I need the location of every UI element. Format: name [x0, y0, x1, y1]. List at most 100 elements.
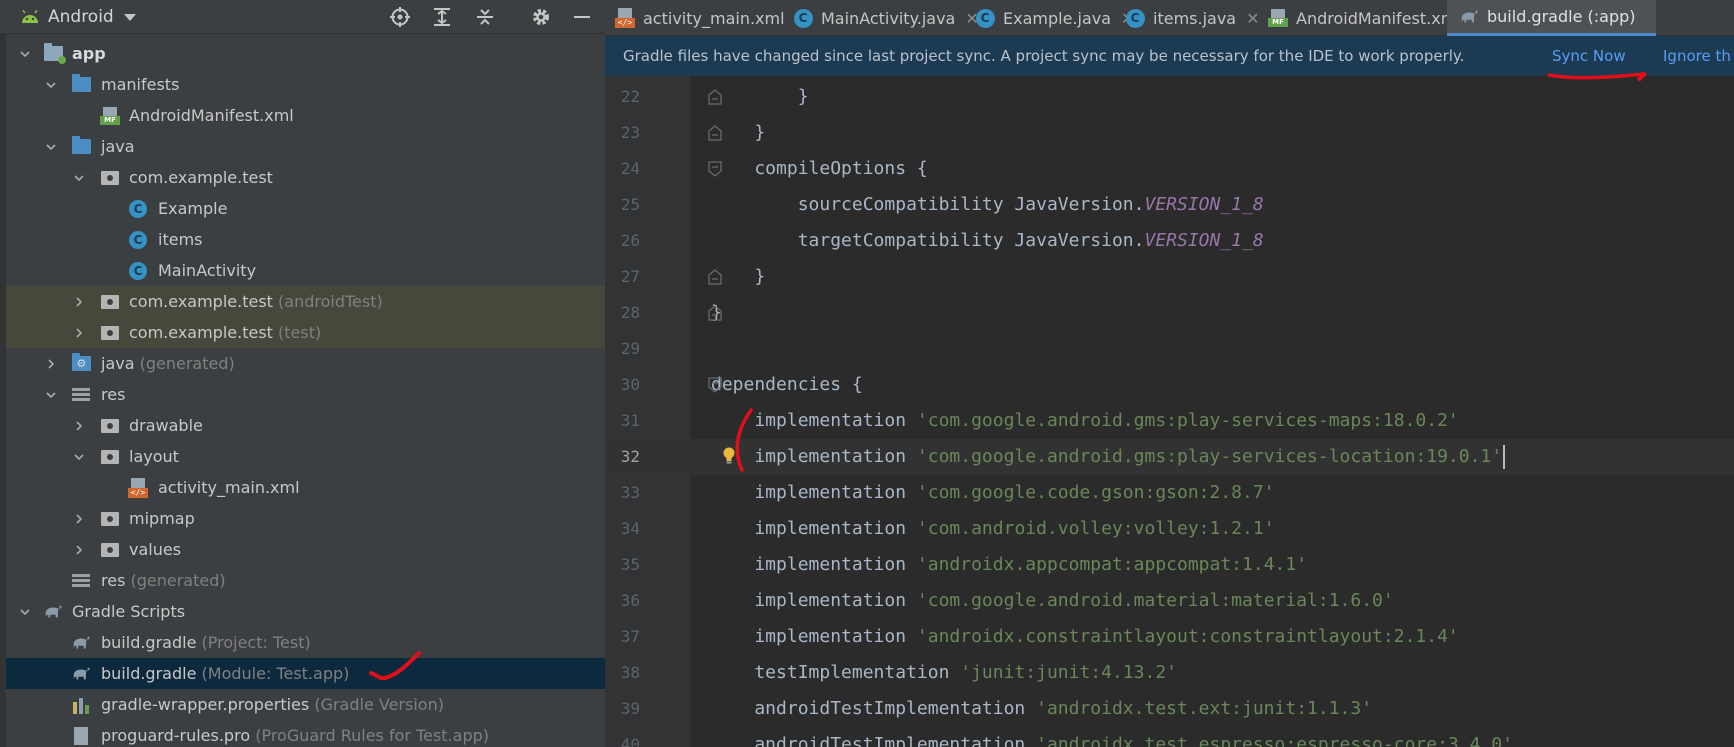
lightbulb-icon[interactable] — [722, 447, 736, 465]
tree-item[interactable]: build.gradle (Module: Test.app) — [6, 658, 605, 689]
resource-folder-icon — [71, 571, 91, 591]
tree-item[interactable]: Gradle Scripts — [6, 596, 605, 627]
line-number: 30 — [620, 375, 640, 394]
code-token: implementation — [711, 410, 917, 431]
line-number: 29 — [620, 339, 640, 358]
editor-tab[interactable]: </>activity_main.xml✕ — [615, 0, 808, 36]
code-token: 'androidx.appcompat:appcompat:1.4.1' — [916, 554, 1308, 575]
chevron-right-icon[interactable] — [74, 544, 84, 555]
collapse-all-icon[interactable] — [473, 6, 497, 28]
tree-item[interactable]: ⚙ java (generated) — [6, 348, 605, 379]
tree-item-label: com.example.test — [129, 292, 273, 311]
tree-item[interactable]: manifests — [6, 69, 605, 100]
gear-icon[interactable] — [529, 6, 553, 28]
sync-now-link[interactable]: Sync Now — [1552, 47, 1626, 65]
tree-item[interactable]: proguard-rules.pro (ProGuard Rules for T… — [6, 720, 605, 747]
tree-item[interactable]: C Example — [6, 193, 605, 224]
tree-item[interactable]: java — [6, 131, 605, 162]
gradle-icon — [71, 633, 91, 653]
tree-item[interactable]: layout — [6, 441, 605, 472]
fold-marker-icon[interactable] — [708, 305, 722, 321]
line-number: 36 — [620, 591, 640, 610]
close-icon[interactable]: ✕ — [1246, 9, 1259, 28]
editor-tab[interactable]: build.gradle (:app) — [1447, 0, 1656, 36]
editor-tab[interactable]: Citems.java ✕ — [1125, 0, 1260, 36]
code-token: androidTestImplementation — [711, 698, 1037, 719]
project-view-selector[interactable]: Android — [20, 6, 136, 28]
tree-item[interactable]: com.example.test (test) — [6, 317, 605, 348]
tree-item-sublabel: (test) — [278, 323, 322, 342]
code-line: 22 } — [605, 79, 1734, 115]
tree-item[interactable]: res — [6, 379, 605, 410]
line-number: 35 — [620, 555, 640, 574]
code-token: } — [711, 86, 809, 107]
minimize-icon[interactable] — [570, 6, 594, 28]
chevron-right-icon[interactable] — [74, 420, 84, 431]
gradle-sync-banner: Gradle files have changed since last pro… — [605, 36, 1734, 76]
fold-marker-icon[interactable] — [708, 377, 722, 393]
tree-item[interactable]: </> activity_main.xml — [6, 472, 605, 503]
code-token: 'com.android.volley:volley:1.2.1' — [916, 518, 1275, 539]
resource-folder-icon — [71, 385, 91, 405]
gradle-icon — [1459, 7, 1479, 27]
tree-item-label: java — [101, 354, 135, 373]
chevron-down-icon[interactable] — [46, 390, 56, 400]
fold-marker-icon[interactable] — [708, 89, 722, 105]
tree-item-label: activity_main.xml — [158, 478, 300, 497]
code-line: 30 dependencies { — [605, 367, 1734, 403]
ignore-link[interactable]: Ignore th — [1663, 47, 1731, 65]
tree-item[interactable]: drawable — [6, 410, 605, 441]
chevron-down-icon[interactable] — [74, 452, 84, 462]
expand-all-icon[interactable] — [430, 6, 454, 28]
fold-marker-icon[interactable] — [708, 269, 722, 285]
chevron-right-icon[interactable] — [46, 358, 56, 369]
tree-item-label: build.gradle — [101, 664, 197, 683]
chevron-right-icon[interactable] — [74, 296, 84, 307]
code-line: 23 } — [605, 115, 1734, 151]
chevron-right-icon[interactable] — [74, 327, 84, 338]
chevron-down-icon[interactable] — [46, 142, 56, 152]
tree-item[interactable]: mipmap — [6, 503, 605, 534]
chevron-down-icon[interactable] — [20, 49, 30, 59]
tree-item[interactable]: Citems — [6, 224, 605, 255]
tree-item[interactable]: com.example.test (androidTest) — [6, 286, 605, 317]
tree-item[interactable]: values — [6, 534, 605, 565]
tree-item[interactable]: build.gradle (Project: Test) — [6, 627, 605, 658]
code-token: VERSION_1_8 — [1144, 230, 1264, 251]
project-panel-header: Android — [0, 0, 605, 34]
module-folder-icon — [43, 43, 66, 64]
chevron-down-icon[interactable] — [20, 607, 30, 617]
class-icon: C — [128, 261, 148, 281]
folder-icon — [71, 136, 91, 157]
line-number: 22 — [620, 87, 640, 106]
tree-item-label: AndroidManifest.xml — [129, 106, 294, 125]
code-text: androidTestImplementation 'androidx.test… — [711, 727, 1513, 747]
tree-item-sublabel: (generated) — [130, 571, 226, 590]
line-number: 27 — [620, 267, 640, 286]
locate-icon[interactable] — [388, 6, 412, 28]
code-text: androidTestImplementation 'androidx.test… — [711, 691, 1372, 727]
gradle-icon — [71, 664, 91, 684]
tree-item[interactable]: com.example.test — [6, 162, 605, 193]
tree-item[interactable]: app — [6, 38, 605, 69]
tree-item-sublabel: (androidTest) — [278, 292, 383, 311]
code-line: 29 — [605, 331, 1734, 367]
class-icon: C — [793, 8, 813, 28]
editor-tab[interactable]: CExample.java✕ — [975, 0, 1134, 36]
tree-item[interactable]: MF AndroidManifest.xml — [6, 100, 605, 131]
code-line: 39 androidTestImplementation 'androidx.t… — [605, 691, 1734, 727]
chevron-down-icon[interactable] — [46, 80, 56, 90]
editor-tab[interactable]: C MainActivity.java ✕ — [793, 0, 979, 36]
line-number: 38 — [620, 663, 640, 682]
fold-marker-icon[interactable] — [708, 125, 722, 141]
tree-item[interactable]: gradle-wrapper.properties (Gradle Versio… — [6, 689, 605, 720]
code-text: implementation 'androidx.constraintlayou… — [711, 619, 1458, 655]
code-token: 'com.google.code.gson:gson:2.8.7' — [916, 482, 1275, 503]
fold-marker-icon[interactable] — [708, 161, 722, 177]
chevron-right-icon[interactable] — [74, 513, 84, 524]
code-line: 31 implementation 'com.google.android.gm… — [605, 403, 1734, 439]
chevron-down-icon[interactable] — [74, 173, 84, 183]
tree-item[interactable]: C MainActivity — [6, 255, 605, 286]
line-number: 40 — [620, 735, 640, 747]
tree-item[interactable]: res (generated) — [6, 565, 605, 596]
